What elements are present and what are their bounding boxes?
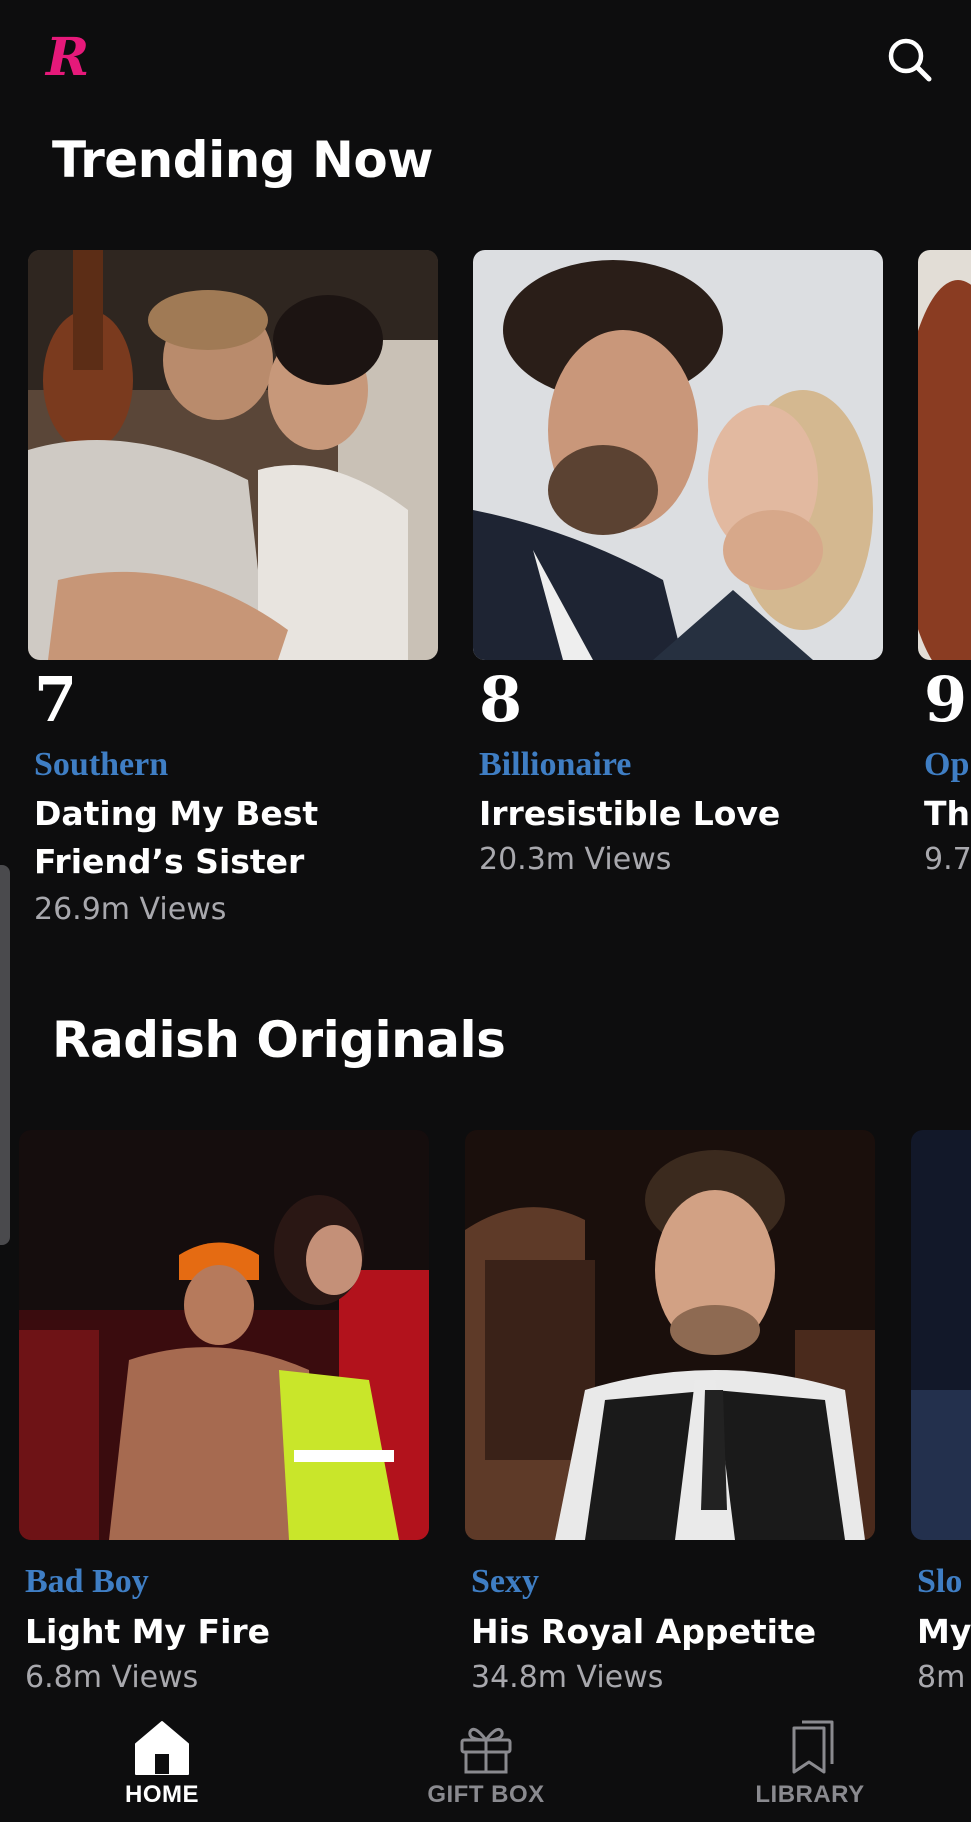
genre-tag[interactable]: Billionaire	[479, 745, 631, 785]
trending-card[interactable]: 8 Billionaire Irresistible Love 20.3m Vi…	[473, 250, 883, 877]
book-title[interactable]: Th	[924, 790, 971, 838]
genre-tag[interactable]: Southern	[34, 745, 168, 785]
top-bar: R	[0, 0, 971, 120]
gift-icon	[460, 1727, 512, 1774]
book-title[interactable]: My	[917, 1608, 971, 1656]
rank-number: 8	[479, 663, 523, 736]
view-count: 34.8m Views	[471, 1660, 664, 1695]
view-count: 9.7	[924, 842, 971, 877]
view-count: 8m	[917, 1660, 966, 1695]
library-icon	[792, 1720, 834, 1774]
nav-home[interactable]: HOME	[52, 1700, 272, 1822]
book-title[interactable]: Irresistible Love	[479, 790, 879, 838]
radish-logo[interactable]: R	[46, 28, 89, 88]
trending-row[interactable]: 7 Southern Dating My Best Friend’s Siste…	[0, 250, 971, 940]
search-icon	[888, 38, 932, 82]
originals-row[interactable]: Bad Boy Light My Fire 6.8m Views Sexy Hi…	[0, 1130, 971, 1700]
book-cover[interactable]	[465, 1130, 875, 1540]
genre-tag[interactable]: Sexy	[471, 1562, 539, 1602]
section-title-originals: Radish Originals	[52, 1011, 506, 1069]
nav-label: HOME	[125, 1781, 199, 1808]
bottom-nav: HOME GIFT BOX LIBRARY	[0, 1700, 971, 1822]
nav-label: GIFT BOX	[427, 1781, 545, 1808]
original-card[interactable]: Bad Boy Light My Fire 6.8m Views	[19, 1130, 429, 1700]
edge-panel-handle[interactable]	[0, 865, 10, 1245]
nav-library[interactable]: LIBRARY	[700, 1700, 920, 1822]
view-count: 26.9m Views	[34, 892, 227, 927]
original-card[interactable]: Sexy His Royal Appetite 34.8m Views	[465, 1130, 875, 1700]
genre-tag[interactable]: Bad Boy	[25, 1562, 149, 1602]
book-cover[interactable]	[473, 250, 883, 660]
nav-label: LIBRARY	[755, 1781, 865, 1808]
book-cover[interactable]	[911, 1130, 971, 1540]
book-title[interactable]: Dating My Best Friend’s Sister	[34, 790, 434, 886]
view-count: 20.3m Views	[479, 842, 672, 877]
book-cover[interactable]	[19, 1130, 429, 1540]
trending-card[interactable]: 9 Op Th 9.7	[918, 250, 971, 877]
view-count: 6.8m Views	[25, 1660, 199, 1695]
rank-number: 9	[924, 663, 968, 736]
search-button[interactable]	[884, 34, 936, 86]
trending-card[interactable]: 7 Southern Dating My Best Friend’s Siste…	[28, 250, 438, 927]
book-title[interactable]: Light My Fire	[25, 1608, 425, 1656]
original-card[interactable]: Slo My 8m	[911, 1130, 971, 1700]
book-cover[interactable]	[28, 250, 438, 660]
nav-gift-box[interactable]: GIFT BOX	[376, 1700, 596, 1822]
home-icon	[135, 1721, 189, 1775]
genre-tag[interactable]: Op	[924, 745, 969, 785]
rank-number: 7	[34, 663, 78, 736]
section-title-trending: Trending Now	[52, 131, 433, 189]
book-cover[interactable]	[918, 250, 971, 660]
book-title[interactable]: His Royal Appetite	[471, 1608, 871, 1656]
genre-tag[interactable]: Slo	[917, 1562, 962, 1602]
